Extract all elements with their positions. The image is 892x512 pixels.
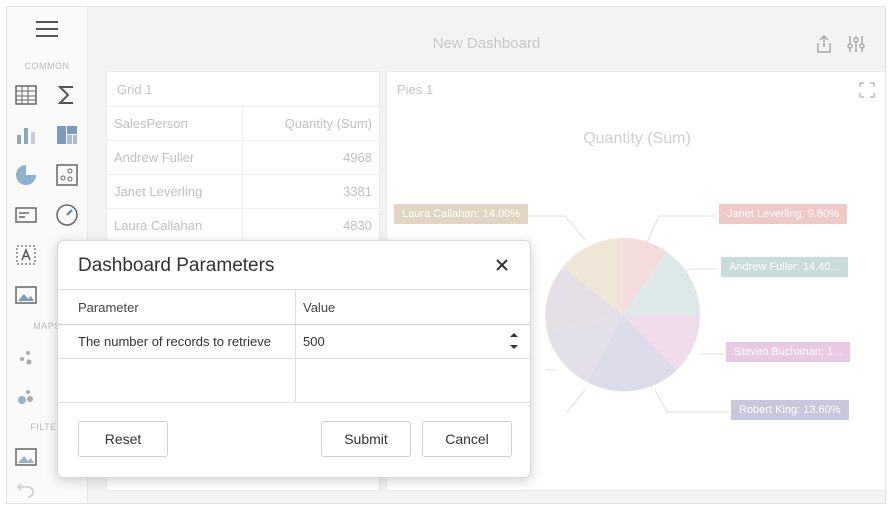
- salesperson-cell: Laura Callahan: [114, 218, 203, 233]
- table-row[interactable]: Laura Callahan 4830: [107, 208, 379, 243]
- bar-chart-icon[interactable]: [14, 123, 38, 147]
- records-count-stepper[interactable]: [296, 324, 530, 358]
- grid-caption: Grid 1: [117, 82, 153, 97]
- pie-chart-icon[interactable]: [14, 163, 38, 187]
- dialog-title: Dashboard Parameters: [78, 255, 275, 276]
- salesperson-cell: Andrew Fuller: [114, 150, 195, 165]
- parameters-grid: Parameter Value The number of records to…: [58, 289, 530, 403]
- column-parameter: Parameter: [78, 300, 139, 315]
- parameters-icon[interactable]: [846, 34, 866, 54]
- dashboard-parameters-dialog: Dashboard Parameters Parameter Value The…: [57, 240, 531, 478]
- pie-label-robert: Robert King: 13.60%: [731, 400, 849, 420]
- close-button[interactable]: [490, 253, 514, 277]
- bubble-map-icon[interactable]: [14, 385, 38, 409]
- pie-label-janet: Janet Leverling: 9.80%: [719, 204, 847, 224]
- decrement-icon: [510, 345, 518, 349]
- pie-slices: [545, 238, 701, 392]
- sum-icon[interactable]: [55, 83, 79, 107]
- table-row[interactable]: Janet Leverling 3381: [107, 174, 379, 209]
- card-icon[interactable]: [14, 203, 38, 227]
- column-value: Value: [303, 300, 336, 315]
- cancel-button[interactable]: Cancel: [422, 421, 512, 457]
- gauge-icon[interactable]: [55, 203, 79, 227]
- close-icon: [496, 259, 508, 271]
- spin-buttons[interactable]: [508, 328, 520, 354]
- increment-icon: [510, 333, 518, 337]
- scatter-chart-icon[interactable]: [55, 163, 79, 187]
- salesperson-cell: Janet Leverling: [114, 184, 203, 199]
- range-filter-icon[interactable]: [14, 445, 38, 469]
- parameter-row: The number of records to retrieve: [58, 324, 530, 359]
- geo-point-map-icon[interactable]: [14, 345, 38, 369]
- grid-header-row: SalesPerson Quantity (Sum): [107, 106, 379, 141]
- image-icon[interactable]: [14, 283, 38, 307]
- export-icon[interactable]: [814, 34, 834, 54]
- menu-icon[interactable]: [36, 21, 58, 37]
- quantity-cell: 4968: [343, 150, 372, 165]
- parameters-grid-header: Parameter Value: [58, 290, 530, 325]
- pie-label-steven: Steven Buchanan: 1...: [726, 342, 851, 362]
- treemap-icon[interactable]: [55, 123, 79, 147]
- parameter-name: The number of records to retrieve: [78, 334, 271, 349]
- quantity-cell: 3381: [343, 184, 372, 199]
- pie-label-laura: Laura Callahan: 14.00%: [394, 204, 529, 224]
- dashboard-title[interactable]: New Dashboard: [88, 35, 885, 52]
- toolbox-group-common: COMMON: [24, 61, 70, 71]
- pie-label-andrew: Andrew Fuller: 14.40...: [721, 257, 848, 277]
- submit-button[interactable]: Submit: [321, 421, 411, 457]
- grid-column-salesperson[interactable]: SalesPerson: [114, 116, 188, 131]
- grid-icon[interactable]: [14, 83, 38, 107]
- undo-icon[interactable]: [14, 475, 38, 499]
- grid-column-quantity[interactable]: Quantity (Sum): [285, 116, 372, 131]
- text-box-icon[interactable]: [14, 243, 38, 267]
- reset-button[interactable]: Reset: [78, 421, 168, 457]
- table-row[interactable]: Andrew Fuller 4968: [107, 140, 379, 175]
- quantity-cell: 4830: [343, 218, 372, 233]
